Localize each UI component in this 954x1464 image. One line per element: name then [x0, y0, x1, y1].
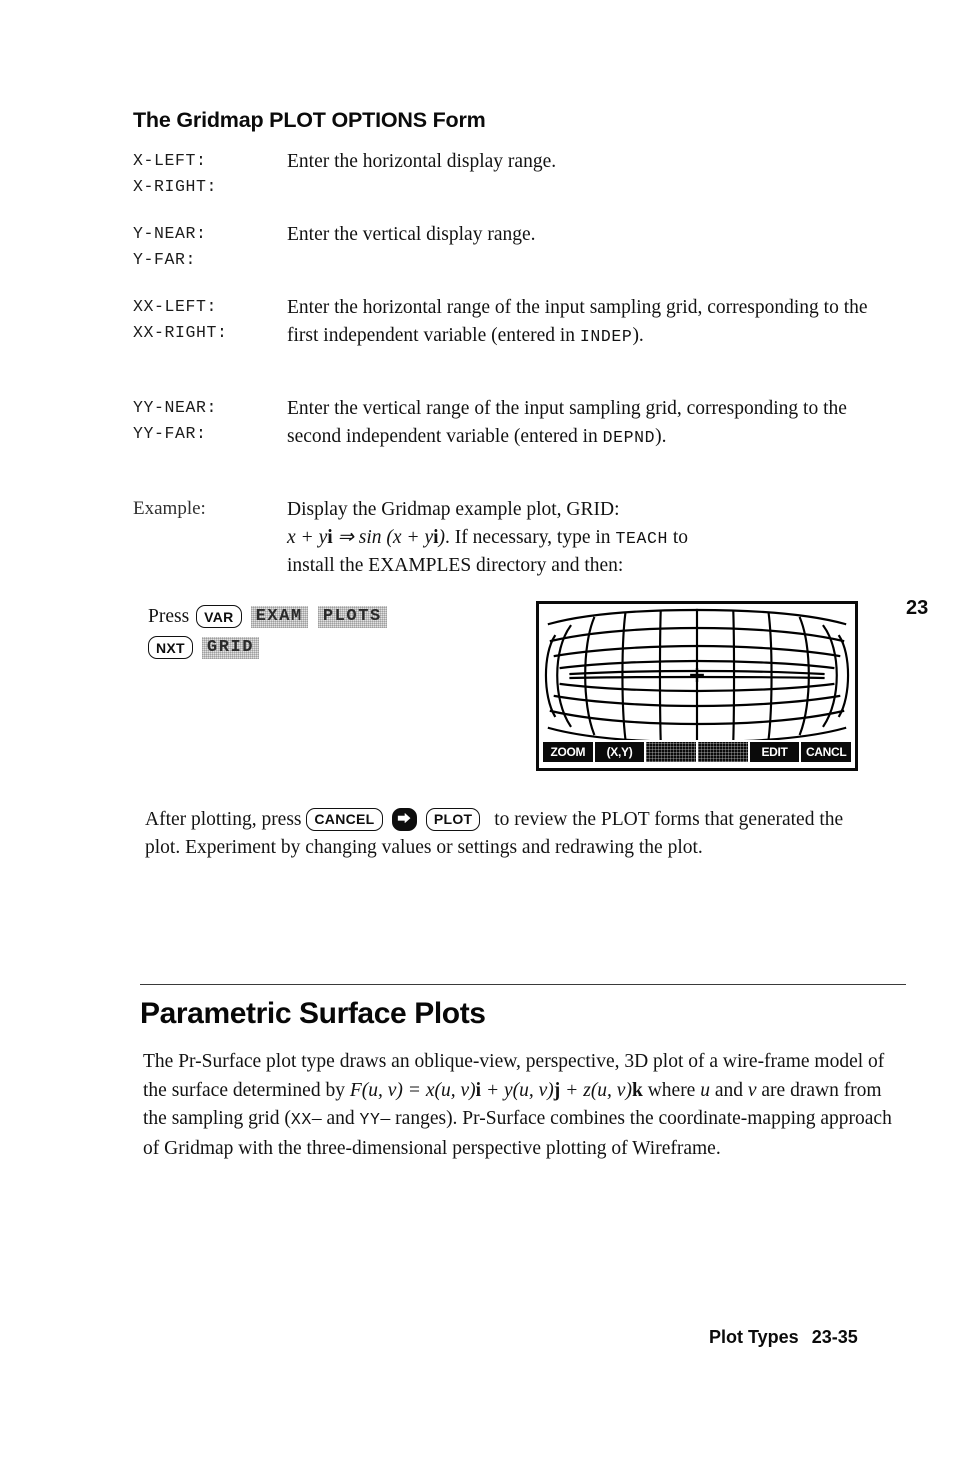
field-label-group: YY-NEAR: YY-FAR:	[133, 395, 283, 447]
field-label-yy-far: YY-FAR:	[133, 424, 207, 443]
field-description-xx-range: Enter the horizontal range of the input …	[287, 294, 893, 350]
para-where: where	[642, 1079, 701, 1101]
field-label-x-right: X-RIGHT:	[133, 177, 218, 196]
formula-equals: =	[402, 1079, 426, 1101]
formula-y: y	[503, 1079, 513, 1101]
formula-args-4: (u, v)	[590, 1079, 632, 1101]
formula-z: z	[583, 1079, 591, 1101]
key-sequence-line-2: NXT GRID	[148, 632, 508, 663]
field-description-text: Enter the vertical range of the input sa…	[287, 398, 847, 447]
parametric-surface-paragraph: The Pr-Surface plot type draws an obliqu…	[143, 1048, 903, 1163]
field-label-yy-near: YY-NEAR:	[133, 398, 218, 417]
parametric-surface-plots-heading: Parametric Surface Plots	[140, 997, 486, 1030]
para-and: and	[709, 1079, 748, 1101]
math-paren-open: (	[381, 526, 393, 548]
variable-v: v	[747, 1079, 757, 1101]
math-x: x	[287, 526, 296, 548]
example-after-math: . If necessary, type in	[445, 526, 616, 548]
key-right-shift[interactable]: ⮕	[391, 808, 417, 831]
field-label-y-near: Y-NEAR:	[133, 224, 207, 243]
formula-k-unit: k	[631, 1079, 643, 1101]
formula-plus-2: +	[560, 1079, 584, 1101]
softkey-grid[interactable]: GRID	[202, 636, 259, 659]
math-y-2: y	[424, 526, 434, 548]
field-label-xx-left: XX-LEFT:	[133, 297, 218, 316]
footer-page-number: 23-35	[811, 1327, 858, 1347]
example-line-3: install the EXAMPLES directory and then:	[287, 555, 624, 576]
field-row-yy-range: YY-NEAR: YY-FAR: Enter the vertical rang…	[133, 395, 893, 479]
field-row-y-range: Y-NEAR: Y-FAR: Enter the vertical displa…	[133, 221, 893, 277]
field-description-yy-range: Enter the vertical range of the input sa…	[287, 395, 893, 451]
calc-softkey-zoom[interactable]: ZOOM	[543, 742, 593, 762]
field-description-x-range: Enter the horizontal display range.	[287, 151, 557, 172]
para-grid-mid: – and	[311, 1108, 360, 1129]
math-plus: +	[295, 526, 319, 548]
calc-softkey-blank-3[interactable]	[646, 742, 697, 762]
after-plot-paragraph: After plotting, press CANCEL ⮕ PLOT to rev…	[145, 806, 875, 862]
press-word: Press	[148, 605, 190, 627]
field-label-group: Example:	[133, 496, 283, 522]
field-label-group: XX-LEFT: XX-RIGHT:	[133, 294, 283, 346]
key-sequence-line-1: Press VAR EXAM PLOTS	[148, 601, 508, 632]
field-label-y-far: Y-FAR:	[133, 250, 197, 269]
page-title: The Gridmap PLOT OPTIONS Form	[133, 108, 486, 132]
chapter-number-tab: 23	[906, 597, 929, 619]
gridmap-wireframe-svg	[544, 608, 850, 740]
keyword-xx: XX	[290, 1110, 312, 1129]
calc-softkey-edit[interactable]: EDIT	[749, 742, 800, 762]
example-after-teach: to	[667, 526, 688, 548]
formula-F: F	[349, 1079, 362, 1101]
example-label: Example:	[133, 498, 206, 519]
math-plus-2: +	[401, 526, 425, 548]
math-y: y	[318, 526, 328, 548]
math-implies: ⇒	[332, 526, 359, 548]
math-sin: sin	[358, 526, 382, 548]
key-sequence-block: Press VAR EXAM PLOTS NXT GRID	[148, 601, 508, 663]
page-footer: Plot Types 23-35	[709, 1327, 858, 1348]
keyword-indep: INDEP	[579, 326, 633, 346]
variable-u: u	[700, 1079, 710, 1101]
keyword-depnd: DEPND	[602, 427, 656, 447]
field-label-xx-right: XX-RIGHT:	[133, 323, 228, 342]
field-row-example: Example: Display the Gridmap example plo…	[133, 496, 893, 580]
example-description: Display the Gridmap example plot, GRID: …	[287, 496, 893, 580]
formula-plus-1: +	[481, 1079, 504, 1101]
keyword-yy: YY	[359, 1110, 381, 1129]
plot-options-field-table: X-LEFT: X-RIGHT: Enter the horizontal di…	[133, 148, 893, 597]
softkey-plots[interactable]: PLOTS	[318, 605, 387, 628]
calculator-softkey-menu: ZOOM (X,Y) EDIT CANCL	[543, 742, 852, 762]
field-description-text-tail: ).	[632, 324, 644, 346]
field-description-y-range: Enter the vertical display range.	[287, 224, 536, 245]
key-plot[interactable]: PLOT	[425, 807, 481, 831]
right-arrow-icon: ⮕	[397, 811, 411, 826]
field-label-group: X-LEFT: X-RIGHT:	[133, 148, 283, 200]
gridmap-plot-area	[543, 608, 851, 740]
calc-softkey-xy[interactable]: (X,Y)	[594, 742, 645, 762]
example-line-2: x + yi ⇒ sin (x + yi). If necessary, typ…	[287, 524, 893, 553]
field-label-group: Y-NEAR: Y-FAR:	[133, 221, 283, 273]
footer-title: Plot Types	[709, 1327, 799, 1347]
section-divider-rule	[140, 984, 906, 985]
formula-args-1: (u, v)	[361, 1079, 403, 1101]
formula-args-2: (u, v)	[434, 1079, 476, 1101]
field-description-text: Enter the horizontal range of the input …	[287, 297, 868, 346]
key-cancel[interactable]: CANCEL	[306, 807, 383, 831]
field-label-x-left: X-LEFT:	[133, 151, 207, 170]
formula-args-3: (u, v)	[512, 1079, 554, 1101]
math-x-2: x	[392, 526, 402, 548]
key-var[interactable]: VAR	[196, 605, 242, 628]
field-row-x-range: X-LEFT: X-RIGHT: Enter the horizontal di…	[133, 148, 893, 204]
softkey-exam[interactable]: EXAM	[251, 605, 308, 628]
field-row-xx-range: XX-LEFT: XX-RIGHT: Enter the horizontal …	[133, 294, 893, 378]
calc-softkey-blank-4[interactable]	[698, 742, 748, 762]
calc-softkey-cancl[interactable]: CANCL	[801, 742, 852, 762]
example-line-1: Display the Gridmap example plot, GRID:	[287, 499, 620, 520]
after-plot-text-lead: After plotting, press	[145, 809, 307, 830]
key-nxt[interactable]: NXT	[148, 636, 193, 659]
calculator-screen-figure: ZOOM (X,Y) EDIT CANCL	[536, 601, 858, 771]
field-description-text-tail: ).	[655, 425, 667, 447]
keyword-teach: TEACH	[615, 528, 668, 548]
